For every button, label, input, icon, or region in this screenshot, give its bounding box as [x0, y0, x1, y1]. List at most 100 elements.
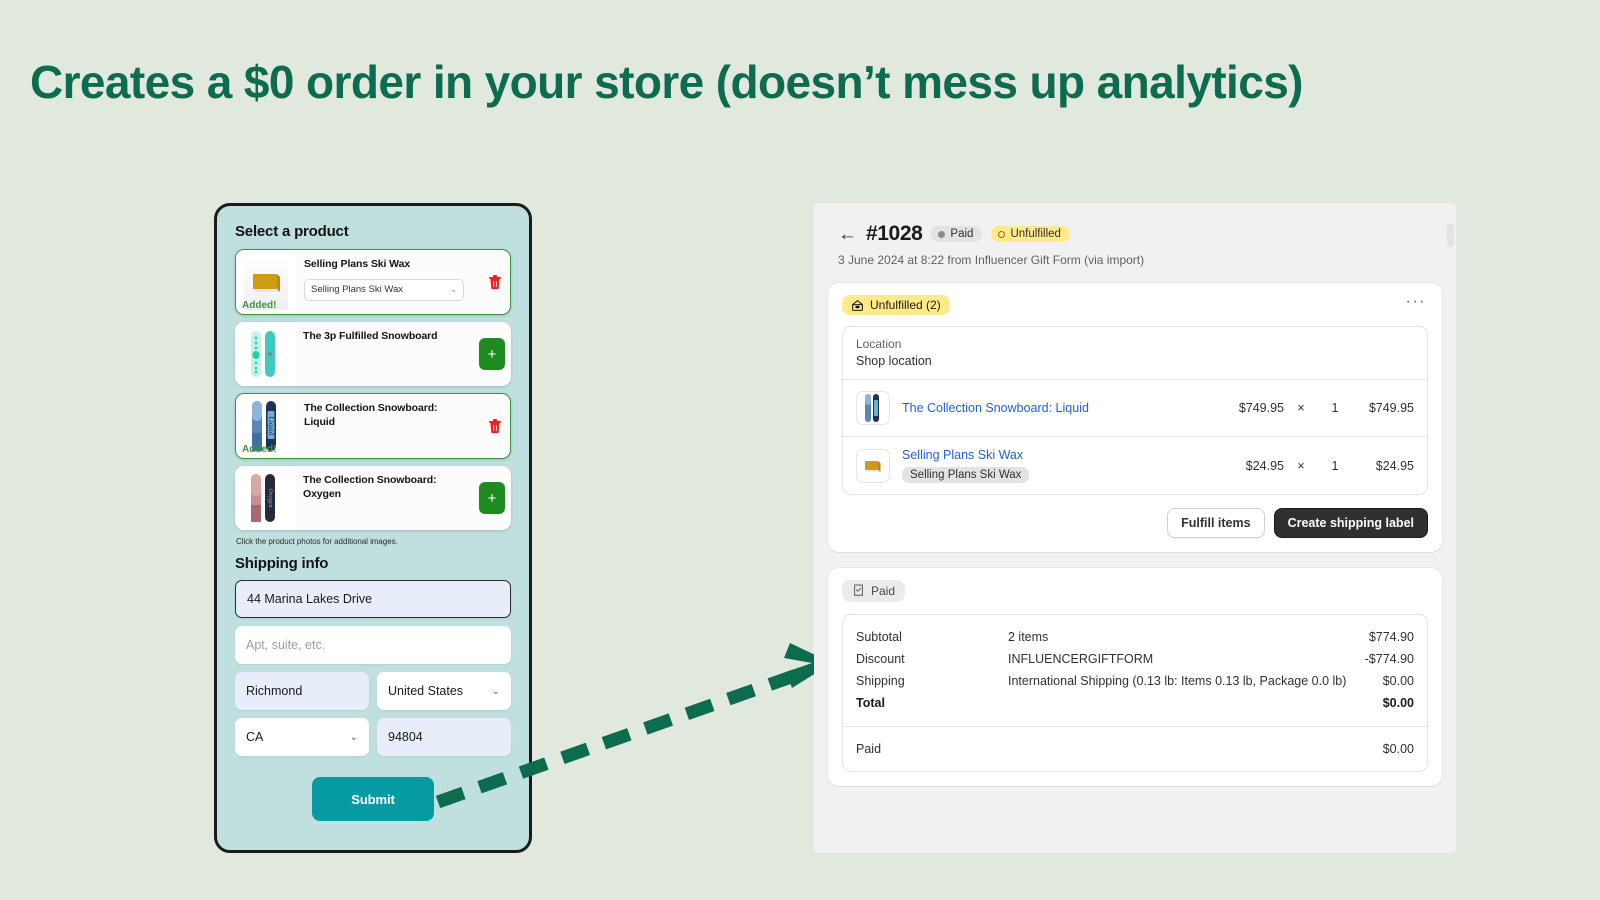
summary-mid: International Shipping (0.13 lb: Items 0…	[1008, 674, 1347, 688]
admin-scrollbar-thumb[interactable]	[1447, 223, 1454, 247]
line-item-quantity: 1	[1331, 458, 1339, 473]
summary-key: Shipping	[856, 674, 905, 688]
product-name: The Collection Snowboard: Liquid	[304, 402, 438, 428]
add-product-button-collection-oxygen[interactable]: +	[479, 482, 505, 514]
province-value: CA	[246, 730, 264, 744]
summary-key: Total	[856, 696, 885, 710]
line-item-variant: Selling Plans Ski Wax	[902, 467, 1030, 483]
summary-value: $0.00	[1382, 696, 1414, 710]
country-value: United States	[388, 684, 464, 698]
plus-icon: +	[487, 489, 497, 507]
location-value: Shop location	[856, 354, 932, 368]
address-line1-input[interactable]: 44 Marina Lakes Drive	[235, 580, 511, 618]
add-product-button-3p-snowboard[interactable]: +	[479, 338, 505, 370]
line-item-quantity: 1	[1331, 401, 1339, 415]
back-arrow-icon[interactable]: ←	[838, 225, 857, 244]
line-item: The Collection Snowboard: Liquid $749.95…	[843, 380, 1427, 436]
zip-input[interactable]: 94804	[377, 718, 511, 756]
status-badge-paid[interactable]: Paid	[931, 226, 983, 242]
status-badge-paid-label: Paid	[950, 228, 974, 240]
summary-value: $774.90	[1368, 630, 1414, 644]
trash-icon	[489, 275, 501, 290]
summary-key: Discount	[856, 652, 905, 666]
more-options-icon[interactable]: ···	[1404, 294, 1428, 313]
line-item-title[interactable]: The Collection Snowboard: Liquid	[902, 401, 1218, 415]
payment-summary: Subtotal 2 items $774.90 Discount INFLUE…	[842, 614, 1428, 772]
product-card-collection-oxygen[interactable]: Oxygen The Collection Snowboard: Oxygen …	[235, 466, 511, 530]
summary-row-shipping: Shipping International Shipping (0.13 lb…	[856, 670, 1414, 692]
country-select[interactable]: United States ⌄	[377, 672, 511, 710]
product-thumbnail-collection-oxygen[interactable]: Oxygen	[235, 466, 295, 530]
order-header: ← #1028 Paid Unfulfilled 3 June 2024 at …	[814, 203, 1456, 267]
fulfillment-card: Unfulfilled (2) ··· Location Shop locati…	[828, 283, 1442, 552]
payment-card: Paid Subtotal 2 items $774.90 Discount I…	[828, 568, 1442, 786]
summary-row-total: Total $0.00	[856, 692, 1414, 714]
summary-key: Paid	[856, 742, 882, 756]
line-item-multiplier: ×	[1297, 458, 1305, 473]
shipping-info-title: Shipping info	[235, 555, 329, 572]
product-name: The Collection Snowboard: Oxygen	[303, 474, 437, 500]
line-item: Selling Plans Ski Wax Selling Plans Ski …	[843, 436, 1427, 494]
added-label: Added!	[242, 444, 277, 455]
chevron-down-icon: ⌄	[349, 731, 358, 743]
status-ring-icon	[998, 230, 1006, 238]
remove-product-button-collection-liquid[interactable]	[488, 418, 502, 434]
added-label: Added!	[242, 300, 277, 311]
fulfillment-details: Location Shop location The Collection Sn…	[842, 326, 1428, 495]
summary-value: $0.00	[1382, 674, 1414, 688]
order-number: #1028	[866, 222, 923, 245]
status-badge-unfulfilled-label: Unfulfilled	[1010, 228, 1061, 240]
product-name: Selling Plans Ski Wax	[304, 258, 411, 270]
status-badge-unfulfilled[interactable]: Unfulfilled	[991, 226, 1070, 242]
summary-row-paid: Paid $0.00	[856, 738, 1414, 760]
summary-mid: INFLUENCERGIFTFORM	[1008, 652, 1154, 666]
product-form-panel: Select a product Selling Plans Ski Wax S…	[214, 203, 532, 853]
summary-row-discount: Discount INFLUENCERGIFTFORM -$774.90	[856, 648, 1414, 670]
fulfill-items-button[interactable]: Fulfill items	[1167, 508, 1265, 538]
svg-text:Oxygen: Oxygen	[267, 489, 273, 508]
status-dot-icon	[938, 230, 946, 238]
address-line2-input[interactable]: Apt, suite, etc.	[235, 626, 511, 664]
chevron-down-icon: ⌄	[450, 285, 457, 295]
submit-button[interactable]: Submit	[312, 777, 434, 821]
line-item-price: $749.95	[1238, 401, 1284, 415]
line-item-title[interactable]: Selling Plans Ski Wax	[902, 448, 1218, 462]
create-shipping-label-button[interactable]: Create shipping label	[1273, 508, 1428, 538]
plus-icon: +	[487, 345, 497, 363]
line-item-thumbnail[interactable]	[856, 448, 890, 483]
product-photos-helper-text: Click the product photos for additional …	[236, 537, 398, 546]
product-card-3p-fulfilled-snowboard[interactable]: The 3p Fulfilled Snowboard +	[235, 322, 511, 386]
shopify-order-panel: ← #1028 Paid Unfulfilled 3 June 2024 at …	[814, 203, 1456, 853]
city-input[interactable]: Richmond	[235, 672, 369, 710]
summary-key: Subtotal	[856, 630, 902, 644]
product-thumbnail-3p-snowboard[interactable]	[235, 322, 295, 386]
line-item-total: $24.95	[1375, 458, 1414, 473]
summary-row-subtotal: Subtotal 2 items $774.90	[856, 626, 1414, 648]
ski-wax-image	[859, 451, 887, 480]
summary-value: $0.00	[1382, 742, 1414, 756]
line-item-total: $749.95	[1368, 401, 1414, 415]
paid-badge-label: Paid	[871, 584, 896, 598]
location-label: Location	[856, 337, 902, 351]
summary-value: -$774.90	[1364, 652, 1414, 666]
province-select[interactable]: CA ⌄	[235, 718, 369, 756]
chevron-down-icon: ⌄	[491, 685, 500, 697]
remove-product-button-ski-wax[interactable]	[488, 274, 502, 290]
summary-mid: 2 items	[1008, 630, 1049, 644]
product-card-ski-wax[interactable]: Selling Plans Ski Wax Selling Plans Ski …	[235, 249, 511, 315]
product-card-collection-liquid[interactable]: Liquid The Collection Snowboard: Liquid …	[235, 393, 511, 459]
unfulfilled-count-badge[interactable]: Unfulfilled (2)	[842, 295, 950, 315]
variant-select-ski-wax[interactable]: Selling Plans Ski Wax ⌄	[304, 278, 464, 301]
line-item-thumbnail[interactable]	[856, 391, 890, 425]
snowboard-teal-image	[242, 327, 288, 381]
paid-badge[interactable]: Paid	[842, 580, 906, 602]
line-item-price: $24.95	[1245, 458, 1284, 473]
product-name: The 3p Fulfilled Snowboard	[303, 330, 438, 342]
receipt-check-icon	[854, 584, 863, 597]
line-item-multiplier: ×	[1297, 401, 1305, 415]
snowboard-oxygen-image: Oxygen	[242, 469, 288, 527]
page-headline: Creates a $0 order in your store (doesn’…	[30, 56, 1303, 108]
unfulfilled-count-label: Unfulfilled (2)	[870, 298, 941, 312]
order-meta: 3 June 2024 at 8:22 from Influencer Gift…	[838, 253, 1145, 267]
select-a-product-title: Select a product	[235, 223, 349, 240]
